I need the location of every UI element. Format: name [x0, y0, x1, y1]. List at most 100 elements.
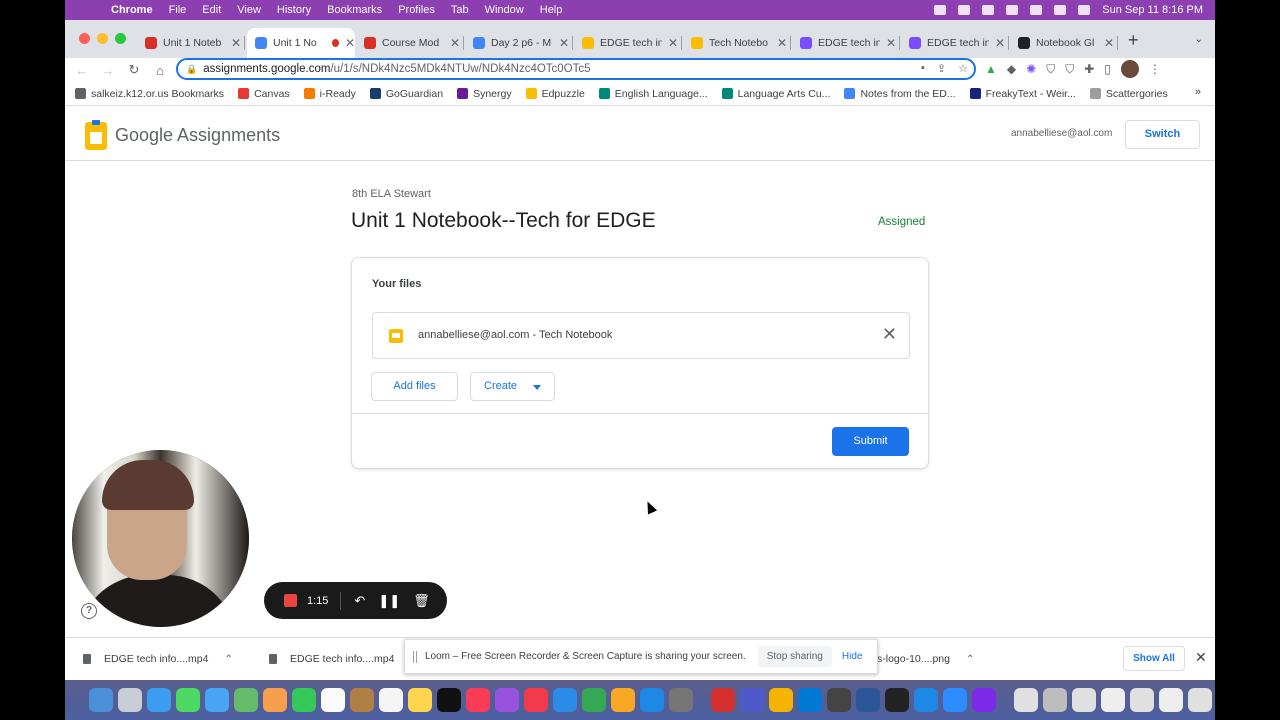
menu-history[interactable]: History: [277, 4, 311, 16]
zoom-window-icon[interactable]: [115, 33, 126, 44]
browser-tab[interactable]: Notebook Gl ✕: [1010, 28, 1118, 58]
chevron-up-icon[interactable]: ⌃: [224, 654, 232, 665]
bookmark-item[interactable]: English Language...: [598, 88, 708, 100]
bookmark-item[interactable]: Canvas: [238, 88, 290, 100]
launchpad-icon[interactable]: [118, 688, 142, 712]
facetime-icon[interactable]: [292, 688, 316, 712]
close-shelf-icon[interactable]: ✕: [1195, 649, 1207, 666]
creative-cloud-icon[interactable]: [958, 5, 971, 15]
shield-icon[interactable]: ⛉: [1046, 62, 1055, 77]
share-icon[interactable]: ⇪: [937, 62, 946, 75]
search-icon[interactable]: [1054, 5, 1067, 15]
extension-icon[interactable]: ◆: [1007, 62, 1016, 76]
recent-window-icon[interactable]: [1130, 688, 1154, 712]
menu-window[interactable]: Window: [485, 4, 524, 16]
close-tab-icon[interactable]: ✕: [450, 36, 460, 50]
side-panel-icon[interactable]: ▯: [1104, 62, 1111, 76]
browser-tab[interactable]: Unit 1 No ✕: [247, 28, 355, 58]
maps-icon[interactable]: [234, 688, 258, 712]
news-icon[interactable]: [524, 688, 548, 712]
finder-icon[interactable]: [89, 688, 113, 712]
recent-window-icon[interactable]: [1072, 688, 1096, 712]
bookmark-item[interactable]: salkeiz.k12.or.us Bookmarks: [75, 88, 224, 100]
apple-tv-icon[interactable]: [437, 688, 461, 712]
canva-icon[interactable]: [972, 688, 996, 712]
browser-tab[interactable]: Unit 1 Noteb ✕: [137, 28, 245, 58]
calendar-icon[interactable]: [321, 688, 345, 712]
close-tab-icon[interactable]: ✕: [995, 36, 1005, 50]
calculator-icon[interactable]: [827, 688, 851, 712]
menu-help[interactable]: Help: [540, 4, 563, 16]
music-icon[interactable]: [466, 688, 490, 712]
address-bar[interactable]: 🔒 assignments.google.com/u/1/s/NDk4Nzc5M…: [176, 58, 976, 80]
switch-account-button[interactable]: Switch: [1125, 120, 1200, 149]
menu-tab[interactable]: Tab: [451, 4, 469, 16]
menu-bookmarks[interactable]: Bookmarks: [327, 4, 382, 16]
browser-tab[interactable]: Day 2 p6 - M ✕: [465, 28, 573, 58]
file-name[interactable]: annabelliese@aol.com - Tech Notebook: [418, 329, 612, 341]
bookmark-item[interactable]: Edpuzzle: [525, 88, 585, 100]
stop-sharing-button[interactable]: Stop sharing: [757, 646, 832, 667]
recent-window-icon[interactable]: [1101, 688, 1125, 712]
home-icon[interactable]: ⌂: [147, 63, 173, 78]
trash-icon[interactable]: 🗑: [413, 593, 430, 609]
keynote-icon[interactable]: [553, 688, 577, 712]
browser-tab[interactable]: EDGE tech in ✕: [792, 28, 900, 58]
menu-edit[interactable]: Edit: [202, 4, 221, 16]
drag-handle-icon[interactable]: [413, 650, 417, 663]
loom-extension-icon[interactable]: ✺: [1026, 62, 1036, 76]
browser-tab[interactable]: EDGE tech in ✕: [574, 28, 682, 58]
browser-tab[interactable]: Tech Notebo ✕: [683, 28, 791, 58]
recent-window-icon[interactable]: [1188, 688, 1212, 712]
icloud-icon[interactable]: [1006, 5, 1019, 15]
pages-icon[interactable]: [611, 688, 635, 712]
loom-status-icon[interactable]: [934, 5, 947, 15]
messages-icon[interactable]: [176, 688, 200, 712]
bookmark-item[interactable]: FreakyText - Weir...: [969, 88, 1076, 100]
bookmark-item[interactable]: i-Ready: [303, 88, 356, 100]
google-drive-icon[interactable]: ▲: [985, 62, 997, 76]
tab-search-chevron-icon[interactable]: ⌄: [1195, 34, 1203, 45]
stop-recording-icon[interactable]: [284, 594, 297, 607]
minimize-window-icon[interactable]: [97, 33, 108, 44]
contacts-icon[interactable]: [350, 688, 374, 712]
lock-icon[interactable]: 🔒: [186, 64, 197, 75]
recent-window-icon[interactable]: [1159, 688, 1183, 712]
close-tab-icon[interactable]: ✕: [668, 36, 678, 50]
podcasts-icon[interactable]: [495, 688, 519, 712]
chevron-up-icon[interactable]: ⌃: [966, 654, 974, 665]
voice-memos-icon[interactable]: [914, 688, 938, 712]
outlook-icon[interactable]: [798, 688, 822, 712]
close-tab-icon[interactable]: ✕: [345, 36, 355, 50]
reload-icon[interactable]: ↻: [121, 62, 147, 78]
new-tab-button[interactable]: +: [1128, 30, 1139, 51]
help-icon[interactable]: ?: [81, 603, 97, 619]
recent-window-icon[interactable]: [1043, 688, 1067, 712]
recent-window-icon[interactable]: [1014, 688, 1038, 712]
menu-app-name[interactable]: Chrome: [111, 4, 153, 16]
show-all-downloads-button[interactable]: Show All: [1123, 646, 1185, 671]
camera-icon[interactable]: ▪: [921, 62, 925, 75]
close-tab-icon[interactable]: ✕: [559, 36, 569, 50]
star-icon[interactable]: ☆: [958, 62, 968, 75]
add-files-button[interactable]: Add files: [371, 372, 458, 401]
app-store-icon[interactable]: [640, 688, 664, 712]
browser-tab[interactable]: EDGE tech in ✕: [901, 28, 1009, 58]
bookmark-item[interactable]: Synergy: [457, 88, 512, 100]
clock[interactable]: Sun Sep 11 8:16 PM: [1102, 4, 1203, 16]
menu-file[interactable]: File: [169, 4, 187, 16]
puzzle-icon[interactable]: ✚: [1084, 62, 1094, 76]
desk-app-icon[interactable]: [885, 688, 909, 712]
close-tab-icon[interactable]: ✕: [886, 36, 896, 50]
browser-tab[interactable]: Course Mod ✕: [356, 28, 464, 58]
submit-button[interactable]: Submit: [832, 427, 909, 456]
notes-icon[interactable]: [408, 688, 432, 712]
wifi-icon[interactable]: [982, 5, 995, 15]
attached-file[interactable]: annabelliese@aol.com - Tech Notebook ✕: [372, 312, 910, 359]
menu-view[interactable]: View: [237, 4, 261, 16]
shield-outline-icon[interactable]: ⛉: [1065, 62, 1074, 77]
bookmark-item[interactable]: Notes from the ED...: [844, 88, 956, 100]
hide-sharing-bar-button[interactable]: Hide: [842, 651, 863, 662]
bookmark-item[interactable]: Scattergories: [1089, 88, 1168, 100]
numbers-icon[interactable]: [582, 688, 606, 712]
